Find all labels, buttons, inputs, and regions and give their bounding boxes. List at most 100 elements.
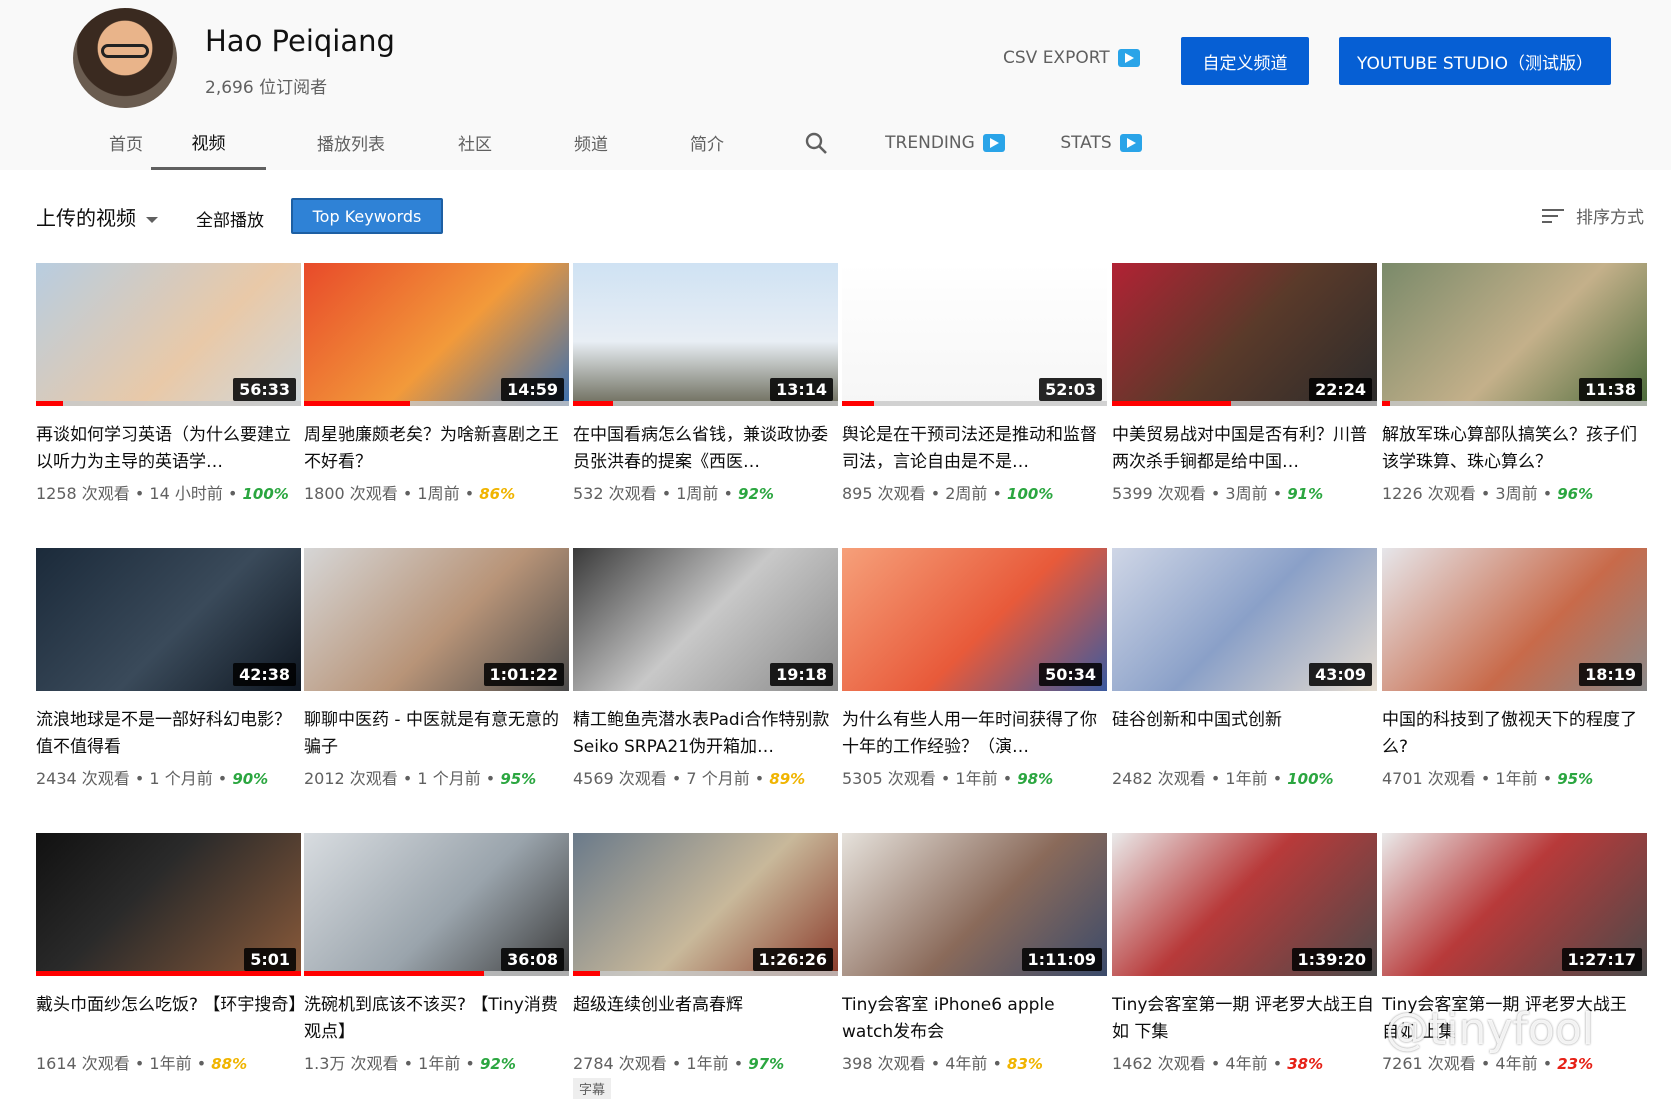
video-title[interactable]: 舆论是在干预司法还是推动和监督司法，言论自由是不是… bbox=[842, 422, 1107, 476]
channel-search-button[interactable] bbox=[796, 115, 836, 170]
video-card[interactable]: 5:01 戴头巾面纱怎么吃饭? 【环宇搜奇】 1614 次观看 • 1年前 • 88… bbox=[36, 833, 301, 1074]
video-thumbnail[interactable]: 1:11:09 bbox=[842, 833, 1107, 976]
video-card[interactable]: 18:19 中国的科技到了傲视天下的程度了么? 4701 次观看 • 1年前 • 9… bbox=[1382, 548, 1647, 789]
video-title[interactable]: 中美贸易战对中国是否有利？川普两次杀手锏都是给中国… bbox=[1112, 422, 1377, 476]
tab-trending[interactable]: TRENDING bbox=[885, 115, 1005, 170]
video-card[interactable]: 1:01:22 聊聊中医药 - 中医就是有意无意的骗子 2012 次观看 • 1 个… bbox=[304, 548, 569, 789]
video-card[interactable]: 1:39:20 Tiny会客室第一期 评老罗大战王自如 下集 1462 次观看 • … bbox=[1112, 833, 1377, 1074]
video-card[interactable]: 43:09 硅谷创新和中国式创新 2482 次观看 • 1年前 • 100% bbox=[1112, 548, 1377, 789]
meta-separator: • bbox=[925, 484, 946, 503]
video-title[interactable]: 为什么有些人用一年时间获得了你十年的工作经验？（演… bbox=[842, 707, 1107, 761]
tab-community[interactable]: 社区 bbox=[430, 115, 520, 170]
sort-button[interactable]: 排序方式 bbox=[1542, 203, 1644, 228]
video-title[interactable]: 聊聊中医药 - 中医就是有意无意的骗子 bbox=[304, 707, 569, 761]
video-card[interactable]: 36:08 洗碗机到底该不该买? 【Tiny消费观点】 1.3万 次观看 • 1年前… bbox=[304, 833, 569, 1074]
video-thumbnail[interactable]: 11:38 bbox=[1382, 263, 1647, 406]
tab-stats[interactable]: STATS bbox=[1056, 115, 1146, 170]
channel-avatar[interactable] bbox=[73, 8, 177, 108]
meta-separator: • bbox=[987, 484, 1008, 503]
play-all-button[interactable]: 全部播放 bbox=[196, 206, 264, 231]
like-ratio: 86% bbox=[479, 485, 516, 503]
like-ratio: 97% bbox=[748, 1055, 785, 1073]
video-title[interactable]: 解放军珠心算部队搞笑么？孩子们该学珠算、珠心算么？ bbox=[1382, 422, 1642, 476]
video-thumbnail[interactable]: 52:03 bbox=[842, 263, 1107, 406]
sort-label: 排序方式 bbox=[1576, 208, 1644, 228]
video-meta: 1800 次观看 • 1周前 • 86% bbox=[304, 480, 569, 504]
like-ratio: 38% bbox=[1287, 1055, 1324, 1073]
video-card[interactable]: 1:26:26 超级连续创业者高春辉 2784 次观看 • 1年前 • 97% 字幕 bbox=[573, 833, 838, 1099]
video-thumbnail[interactable]: 43:09 bbox=[1112, 548, 1377, 691]
tab-playlists[interactable]: 播放列表 bbox=[296, 115, 406, 170]
video-meta: 2434 次观看 • 1 个月前 • 90% bbox=[36, 765, 301, 789]
view-count: 1800 次观看 bbox=[304, 484, 398, 503]
video-card[interactable]: 50:34 为什么有些人用一年时间获得了你十年的工作经验？（演… 5305 次观看 … bbox=[842, 548, 1107, 789]
video-card[interactable]: 56:33 再谈如何学习英语（为什么要建立以听力为主导的英语学… 1258 次观看 … bbox=[36, 263, 301, 504]
upload-age: 1年前 bbox=[686, 1054, 729, 1073]
view-count: 2784 次观看 bbox=[573, 1054, 667, 1073]
video-title[interactable]: Tiny会客室 iPhone6 apple watch发布会 bbox=[842, 992, 1107, 1046]
view-count: 1258 次观看 bbox=[36, 484, 130, 503]
video-thumbnail[interactable]: 14:59 bbox=[304, 263, 569, 406]
watch-progress-bar bbox=[573, 971, 838, 976]
video-title[interactable]: 周星驰廉颇老矣？为啥新喜剧之王不好看？ bbox=[304, 422, 569, 476]
video-title[interactable]: 超级连续创业者高春辉 bbox=[573, 992, 838, 1046]
video-thumbnail[interactable]: 5:01 bbox=[36, 833, 301, 976]
meta-separator: • bbox=[1537, 484, 1558, 503]
customize-channel-button[interactable]: 自定义频道 bbox=[1181, 37, 1309, 85]
video-thumbnail[interactable]: 50:34 bbox=[842, 548, 1107, 691]
tab-channels[interactable]: 频道 bbox=[546, 115, 636, 170]
sort-icon bbox=[1542, 208, 1564, 224]
watch-progress-bar bbox=[573, 401, 838, 406]
uploads-dropdown[interactable]: 上传的视频 bbox=[36, 202, 158, 231]
tab-stats-label: STATS bbox=[1060, 132, 1112, 153]
csv-export-button[interactable]: CSV EXPORT bbox=[1003, 48, 1140, 68]
video-card[interactable]: 11:38 解放军珠心算部队搞笑么？孩子们该学珠算、珠心算么？ 1226 次观看 •… bbox=[1382, 263, 1647, 504]
video-card[interactable]: 13:14 在中国看病怎么省钱，兼谈政协委员张洪春的提案《西医… 532 次观看 •… bbox=[573, 263, 838, 504]
video-thumbnail[interactable]: 42:38 bbox=[36, 548, 301, 691]
video-title[interactable]: Tiny会客室第一期 评老罗大战王自如 下集 bbox=[1112, 992, 1377, 1046]
video-thumbnail[interactable]: 36:08 bbox=[304, 833, 569, 976]
video-card[interactable]: 22:24 中美贸易战对中国是否有利？川普两次杀手锏都是给中国… 5399 次观看 … bbox=[1112, 263, 1377, 504]
top-keywords-button[interactable]: Top Keywords bbox=[291, 198, 443, 234]
video-title[interactable]: 洗碗机到底该不该买? 【Tiny消费观点】 bbox=[304, 992, 569, 1046]
video-card[interactable]: 14:59 周星驰廉颇老矣？为啥新喜剧之王不好看？ 1800 次观看 • 1周前 •… bbox=[304, 263, 569, 504]
video-title[interactable]: 硅谷创新和中国式创新 bbox=[1112, 707, 1377, 761]
video-thumbnail[interactable]: 1:39:20 bbox=[1112, 833, 1377, 976]
video-meta: 1226 次观看 • 3周前 • 96% bbox=[1382, 480, 1642, 504]
chevron-down-icon bbox=[146, 216, 158, 223]
video-duration: 19:18 bbox=[770, 663, 833, 686]
like-ratio: 90% bbox=[232, 770, 269, 788]
video-thumbnail[interactable]: 19:18 bbox=[573, 548, 838, 691]
view-count: 1462 次观看 bbox=[1112, 1054, 1206, 1073]
video-meta: 895 次观看 • 2周前 • 100% bbox=[842, 480, 1107, 504]
tab-about[interactable]: 简介 bbox=[662, 115, 752, 170]
watch-progress-bar bbox=[36, 401, 301, 406]
video-title[interactable]: 精工鲍鱼壳潜水表Padi合作特别款Seiko SRPA21伪开箱加… bbox=[573, 707, 838, 761]
video-card[interactable]: 19:18 精工鲍鱼壳潜水表Padi合作特别款Seiko SRPA21伪开箱加… 4… bbox=[573, 548, 838, 789]
meta-separator: • bbox=[222, 484, 243, 503]
video-thumbnail[interactable]: 1:01:22 bbox=[304, 548, 569, 691]
tab-videos[interactable]: 视频 bbox=[151, 115, 266, 170]
youtube-studio-button[interactable]: YOUTUBE STUDIO（测试版） bbox=[1339, 37, 1611, 85]
video-card[interactable]: 42:38 流浪地球是不是一部好科幻电影？值不值得看 2434 次观看 • 1 个月… bbox=[36, 548, 301, 789]
video-title[interactable]: 中国的科技到了傲视天下的程度了么? bbox=[1382, 707, 1642, 761]
vidiq-icon bbox=[1117, 49, 1140, 67]
video-title[interactable]: 再谈如何学习英语（为什么要建立以听力为主导的英语学… bbox=[36, 422, 301, 476]
like-ratio: 91% bbox=[1287, 485, 1324, 503]
video-meta: 1614 次观看 • 1年前 • 88% bbox=[36, 1050, 301, 1074]
video-thumbnail[interactable]: 13:14 bbox=[573, 263, 838, 406]
video-thumbnail[interactable]: 18:19 bbox=[1382, 548, 1647, 691]
video-thumbnail[interactable]: 22:24 bbox=[1112, 263, 1377, 406]
video-title[interactable]: 戴头巾面纱怎么吃饭? 【环宇搜奇】 bbox=[36, 992, 301, 1046]
video-thumbnail[interactable]: 1:27:17 bbox=[1382, 833, 1647, 976]
video-title[interactable]: 流浪地球是不是一部好科幻电影？值不值得看 bbox=[36, 707, 301, 761]
video-duration: 52:03 bbox=[1039, 378, 1102, 401]
video-title[interactable]: 在中国看病怎么省钱，兼谈政协委员张洪春的提案《西医… bbox=[573, 422, 838, 476]
view-count: 5399 次观看 bbox=[1112, 484, 1206, 503]
video-card[interactable]: 1:11:09 Tiny会客室 iPhone6 apple watch发布会 398… bbox=[842, 833, 1107, 1074]
meta-separator: • bbox=[459, 484, 480, 503]
video-thumbnail[interactable]: 56:33 bbox=[36, 263, 301, 406]
video-duration: 43:09 bbox=[1309, 663, 1372, 686]
video-thumbnail[interactable]: 1:26:26 bbox=[573, 833, 838, 976]
video-card[interactable]: 52:03 舆论是在干预司法还是推动和监督司法，言论自由是不是… 895 次观看 •… bbox=[842, 263, 1107, 504]
